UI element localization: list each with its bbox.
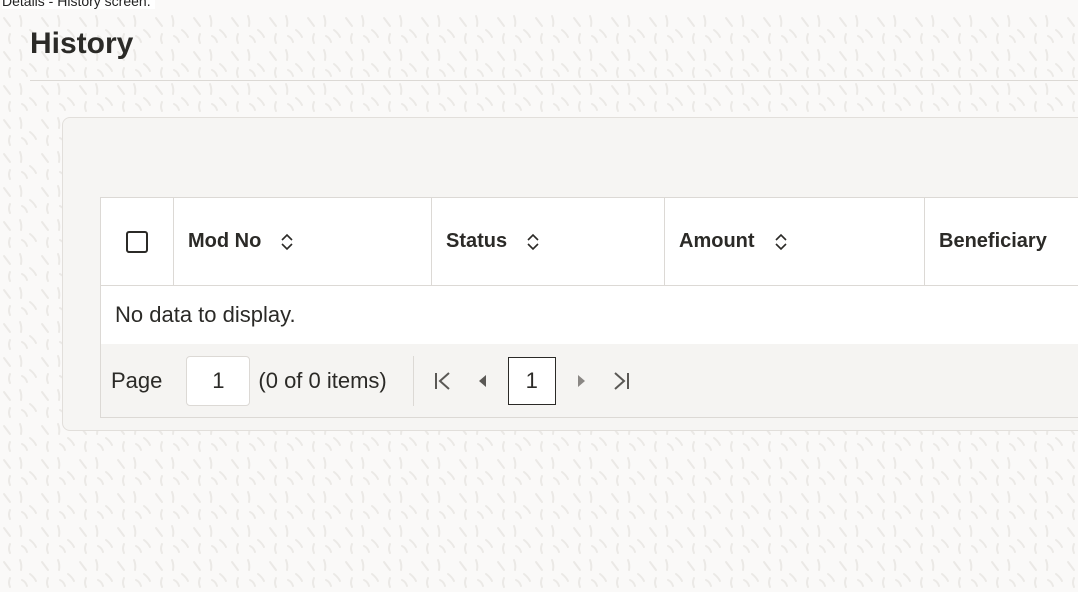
column-header-label: Amount [679, 230, 755, 252]
title-divider [30, 80, 1078, 81]
pagination-bar: Page (0 of 0 items) 1 [101, 344, 1078, 417]
sort-icon[interactable] [773, 232, 789, 252]
next-page-icon[interactable] [566, 361, 596, 401]
last-page-icon[interactable] [606, 361, 636, 401]
column-header-beneficiary[interactable]: Beneficiary [925, 198, 1078, 285]
column-header-label: Status [446, 230, 508, 252]
column-header-amount[interactable]: Amount [665, 198, 925, 285]
items-count: (0 of 0 items) [258, 367, 387, 393]
page-title: History [30, 27, 134, 60]
select-all-checkbox[interactable] [126, 230, 148, 253]
previous-page-icon[interactable] [468, 361, 498, 401]
header-select-cell [101, 198, 174, 285]
sort-icon[interactable] [279, 232, 295, 252]
table-header: Mod No Status Amount Beneficiary [101, 198, 1078, 286]
history-screen: Details - History screen. History Mod No… [0, 0, 1078, 592]
history-table: Mod No Status Amount Beneficiary No data… [100, 197, 1078, 418]
column-header-label: Beneficiary [939, 230, 1047, 252]
empty-table-message: No data to display. [101, 286, 1078, 344]
first-page-icon[interactable] [428, 361, 458, 401]
sort-icon[interactable] [525, 232, 541, 252]
page-label: Page [111, 367, 163, 393]
column-header-status[interactable]: Status [432, 198, 665, 285]
pager-divider [412, 355, 414, 406]
screen-caption: Details - History screen. [2, 0, 155, 9]
column-header-mod-no[interactable]: Mod No [174, 198, 432, 285]
page-number-input[interactable] [186, 355, 251, 406]
column-header-label: Mod No [188, 230, 262, 252]
current-page-button[interactable]: 1 [507, 356, 556, 405]
